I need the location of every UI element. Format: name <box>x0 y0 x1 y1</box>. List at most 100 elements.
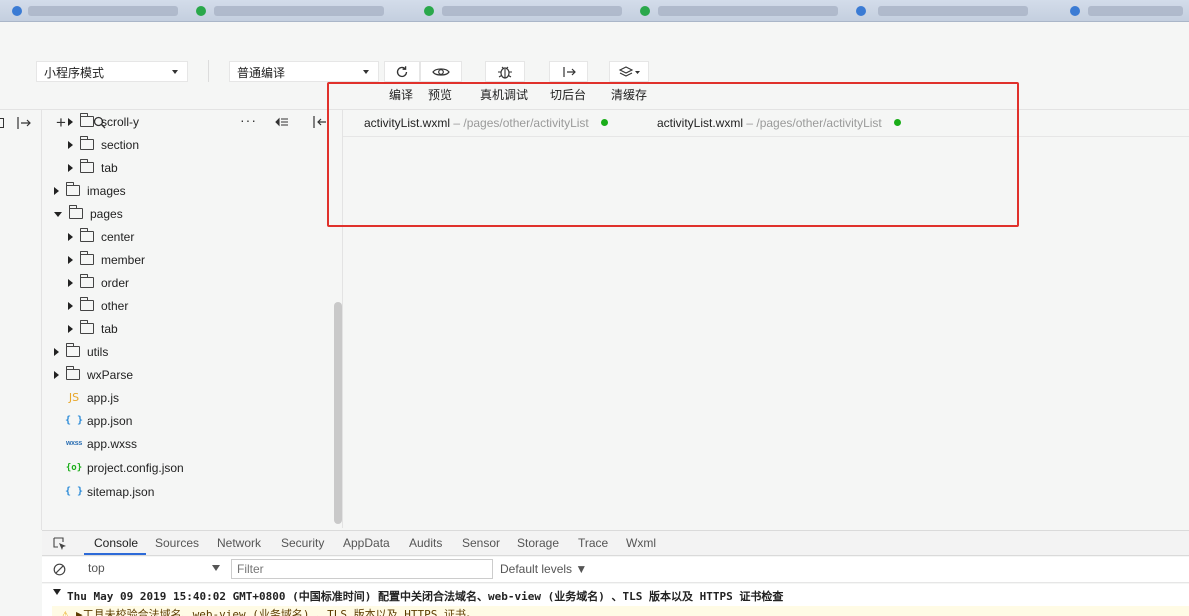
file-item[interactable]: { } app.json <box>42 409 332 432</box>
console-filter-input[interactable] <box>231 559 493 579</box>
caret-right-icon[interactable] <box>68 301 73 310</box>
context-select[interactable]: top <box>88 561 220 575</box>
folder-item[interactable]: utils <box>42 340 332 363</box>
caret-down-icon[interactable] <box>54 212 62 217</box>
caret-right-icon[interactable] <box>68 255 73 264</box>
folder-item[interactable]: other <box>42 294 332 317</box>
editor-tab-bar: activityList.wxml – /pages/other/activit… <box>343 110 1189 137</box>
folder-item[interactable]: pages <box>42 202 332 225</box>
caret-right-icon[interactable] <box>54 370 59 379</box>
tree-item-label: images <box>87 183 126 198</box>
chevron-down-icon <box>212 565 220 571</box>
warning-text: ▶工具未校验合法域名、web-view (业务域名) 、TLS 版本以及 HTT… <box>76 608 477 616</box>
file-item[interactable]: JS app.js <box>42 386 332 409</box>
mode-select[interactable]: 小程序模式 <box>36 61 188 82</box>
tab-security[interactable]: Security <box>281 536 324 550</box>
console-warning-line: ⚠ ▶工具未校验合法域名、web-view (业务域名) 、TLS 版本以及 H… <box>52 606 1189 616</box>
clear-cache-button[interactable] <box>609 61 649 82</box>
file-item[interactable]: {o} project.config.json <box>42 456 332 479</box>
folder-item[interactable]: center <box>42 225 332 248</box>
devtools-tab-bar: Console Sources Network Security AppData… <box>42 530 1189 556</box>
browser-tab[interactable] <box>878 6 1028 16</box>
editor-area[interactable] <box>343 137 1189 528</box>
tree-item-label: project.config.json <box>87 460 184 475</box>
log-levels-select[interactable]: Default levels ▼ <box>500 562 587 576</box>
folder-icon <box>66 182 80 196</box>
tab-network[interactable]: Network <box>217 536 261 550</box>
compile-mode-select[interactable]: 普通编译 <box>229 61 379 82</box>
eye-icon <box>432 67 450 76</box>
tree-item-label: tab <box>101 321 118 336</box>
bug-icon <box>498 66 512 79</box>
file-item[interactable]: { } sitemap.json <box>42 480 332 503</box>
editor-tab[interactable]: activityList.wxml – /pages/other/activit… <box>657 116 901 130</box>
tab-storage[interactable]: Storage <box>517 536 559 550</box>
dock-toggle-icon[interactable] <box>16 116 32 130</box>
caret-right-icon[interactable] <box>68 163 73 172</box>
folder-item[interactable]: order <box>42 271 332 294</box>
console-log-line: Thu May 09 2019 15:40:02 GMT+0800 (中国标准时… <box>67 590 784 603</box>
caret-right-icon[interactable] <box>68 117 73 126</box>
browser-tab[interactable] <box>442 6 622 16</box>
tab-console[interactable]: Console <box>94 536 138 550</box>
chevron-down-icon <box>363 70 369 74</box>
browser-tab[interactable] <box>28 6 178 16</box>
tab-favicon <box>196 6 206 16</box>
tab-wxml[interactable]: Wxml <box>626 536 656 550</box>
backstage-label: 切后台 <box>550 88 587 102</box>
folder-item[interactable]: tab <box>42 317 332 340</box>
preview-button[interactable] <box>420 61 462 82</box>
folder-item[interactable]: wxParse <box>42 363 332 386</box>
folder-item[interactable]: scroll-y <box>42 110 332 133</box>
caret-right-icon[interactable] <box>54 347 59 356</box>
warning-icon: ⚠ <box>62 607 69 616</box>
browser-tab[interactable] <box>214 6 384 16</box>
tree-item-label: order <box>101 275 130 290</box>
tab-appdata[interactable]: AppData <box>343 536 390 550</box>
folder-item[interactable]: member <box>42 248 332 271</box>
compile-label: 编译 <box>389 88 414 102</box>
json-file-icon: { } <box>64 415 84 426</box>
folder-icon <box>80 113 94 127</box>
tree-item-label: section <box>101 137 140 152</box>
browser-tab[interactable] <box>1088 6 1183 16</box>
tree-item-label: wxParse <box>87 367 134 382</box>
browser-tab[interactable] <box>658 6 838 16</box>
square-icon[interactable] <box>0 118 4 128</box>
folder-icon <box>80 274 94 288</box>
caret-right-icon[interactable] <box>68 324 73 333</box>
folder-item[interactable]: tab <box>42 156 332 179</box>
tab-audits[interactable]: Audits <box>409 536 442 550</box>
expand-arrow-icon[interactable] <box>53 589 61 595</box>
tab-sources[interactable]: Sources <box>155 536 199 550</box>
folder-icon <box>66 366 80 380</box>
real-device-debug-button[interactable] <box>485 61 525 82</box>
layers-icon <box>618 65 640 77</box>
caret-right-icon[interactable] <box>68 232 73 241</box>
toolbar-divider <box>208 60 209 82</box>
caret-right-icon[interactable] <box>68 140 73 149</box>
file-item[interactable]: wxss app.wxss <box>42 432 332 455</box>
console-output: Thu May 09 2019 15:40:02 GMT+0800 (中国标准时… <box>42 584 1189 616</box>
tree-item-label: member <box>101 252 146 267</box>
simulator-panel-edge <box>0 110 42 530</box>
tab-trace[interactable]: Trace <box>578 536 608 550</box>
tab-favicon <box>424 6 434 16</box>
editor-tab[interactable]: activityList.wxml – /pages/other/activit… <box>364 116 608 130</box>
clear-console-icon[interactable] <box>53 563 66 576</box>
tab-sensor[interactable]: Sensor <box>462 536 500 550</box>
tree-item-label: app.js <box>87 390 120 405</box>
compile-button[interactable] <box>384 61 420 82</box>
folder-item[interactable]: images <box>42 179 332 202</box>
main-toolbar: 小程序模式 普通编译 编译 预览 真机调试 切后台 清缓存 <box>0 22 1189 110</box>
folder-item[interactable]: section <box>42 133 332 156</box>
browser-tab-strip <box>0 0 1189 22</box>
backstage-button[interactable] <box>549 61 588 82</box>
explorer-scrollbar[interactable] <box>334 302 342 524</box>
cfg-file-icon: {o} <box>65 462 83 473</box>
folder-icon <box>80 228 94 242</box>
caret-right-icon[interactable] <box>54 186 59 195</box>
js-file-icon: JS <box>68 391 80 404</box>
caret-right-icon[interactable] <box>68 278 73 287</box>
inspect-element-icon[interactable] <box>53 537 67 551</box>
